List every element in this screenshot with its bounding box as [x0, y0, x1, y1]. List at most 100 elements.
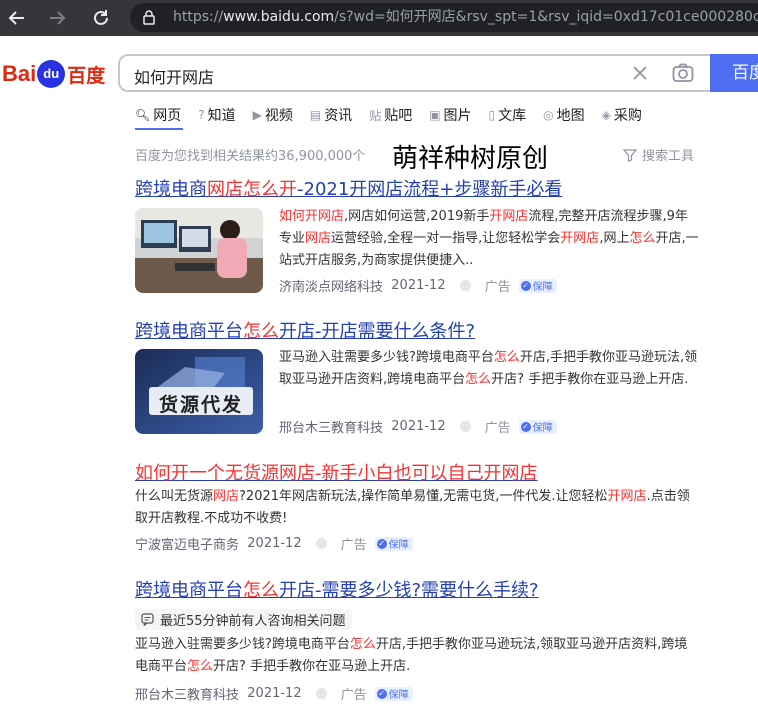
guarantee-badge[interactable]: ✓ 保障	[374, 536, 413, 551]
search-tools-label: 搜索工具	[642, 149, 695, 164]
result-thumbnail-1[interactable]	[135, 208, 263, 293]
watermark-text: 萌祥种树原创	[392, 144, 549, 174]
camera-icon[interactable]	[672, 63, 694, 83]
tab-label: 知道	[207, 108, 236, 124]
consult-tip: 最近55分钟前有人咨询相关问题	[135, 609, 352, 630]
result-count: 百度为您找到相关结果约36,900,000个	[135, 149, 366, 164]
search-input[interactable]: 如何开网店	[118, 54, 710, 92]
result-date: 2021-12	[391, 419, 446, 434]
thumbnail-caption: 货源代发	[158, 394, 243, 416]
info-dot-icon[interactable]	[315, 688, 327, 699]
back-arrow-icon	[8, 11, 24, 25]
tab-tieba[interactable]: 贴贴吧	[369, 104, 412, 126]
info-dot-icon[interactable]	[315, 538, 327, 549]
tip-text: 最近55分钟前有人咨询相关问题	[160, 614, 346, 629]
result-title-4[interactable]: 跨境电商平台怎么开店-需要多少钱?需要什么手续?	[135, 576, 539, 602]
result-abstract-2: 亚马逊入驻需要多少钱?跨境电商平台怎么开店,手把手教你亚马逊玩法,领取亚马逊开店…	[279, 350, 698, 387]
reload-icon	[94, 10, 108, 25]
result-date: 2021-12	[247, 686, 302, 701]
paw-icon: du	[37, 60, 66, 88]
result-source[interactable]: 邢台木三教育科技	[135, 684, 239, 703]
result-title-2[interactable]: 跨境电商平台怎么开店-开店需要什么条件?	[135, 317, 475, 343]
result-meta-4: 邢台木三教育科技 2021-12 广告 ✓ 保障	[135, 684, 413, 703]
forward-arrow-icon	[50, 11, 66, 25]
tab-web[interactable]: 🔍︎ 网页	[135, 104, 181, 126]
result-source[interactable]: 宁波富迈电子商务	[135, 534, 239, 553]
tab-label: 采购	[613, 108, 642, 124]
badge-label: 保障	[532, 282, 553, 293]
result-meta-3: 宁波富迈电子商务 2021-12 广告 ✓ 保障	[135, 534, 413, 553]
result-meta-2: 邢台木三教育科技 2021-12 广告 ✓ 保障	[279, 417, 557, 436]
tab-wenku[interactable]: ▯ 文库	[489, 104, 527, 126]
search-tabs: 🔍︎ 网页 ? 知道 ▶ 视频 ▤ 资讯 贴贴吧 ▣ 图片 ▯ 文库 ◎ 地图 ◈ 采购	[135, 104, 659, 126]
result-date: 2021-12	[391, 278, 446, 293]
ad-label: 广告	[340, 688, 367, 703]
result-source[interactable]: 邢台木三教育科技	[279, 417, 383, 436]
tab-label: 资讯	[324, 108, 353, 124]
result-title-1[interactable]: 跨境电商网店怎么开-2021开网店流程+步骤新手必看	[135, 175, 562, 201]
doc-icon: ▯	[488, 108, 496, 122]
office-photo-image	[135, 208, 263, 293]
tab-label: 图片	[443, 108, 472, 124]
filter-icon	[623, 148, 637, 162]
browser-toolbar: https://www.baidu.com/s?wd=如何开网店&rsv_spt…	[0, 0, 758, 36]
result-abstract-3: 什么叫无货源网店?2021年网店新玩法,操作简单易懂,无需屯货,一件代发.让您轻…	[135, 489, 690, 526]
tab-label: 贴吧	[384, 108, 413, 124]
guarantee-badge[interactable]: ✓ 保障	[518, 419, 557, 434]
clear-icon[interactable]	[630, 63, 650, 83]
tab-purchase[interactable]: ◈ 采购	[602, 104, 642, 126]
tieba-icon: 贴	[369, 108, 382, 123]
tab-map[interactable]: ◎ 地图	[543, 104, 584, 126]
logo-text-bai: Bai	[2, 61, 37, 86]
result-abstract-4: 亚马逊入驻需要多少钱?跨境电商平台怎么开店,手把手教你亚马逊玩法,领取亚马逊开店…	[135, 637, 688, 674]
back-button[interactable]	[0, 0, 34, 36]
image-icon: ▣	[429, 108, 441, 122]
news-icon: ▤	[309, 108, 322, 122]
check-icon: ✓	[376, 688, 387, 699]
active-tab-indicator	[135, 128, 183, 130]
search-query-text: 如何开网店	[134, 68, 215, 87]
result-date: 2021-12	[247, 536, 302, 551]
question-icon: ?	[198, 108, 205, 122]
result-source[interactable]: 济南淡点网络科技	[279, 276, 383, 295]
guarantee-badge[interactable]: ✓ 保障	[374, 686, 413, 701]
result-thumbnail-2[interactable]: 货源代发	[135, 349, 263, 434]
tab-image[interactable]: ▣ 图片	[429, 104, 471, 126]
baidu-logo[interactable]: Bai du 百度	[2, 56, 105, 92]
check-icon: ✓	[376, 538, 387, 549]
tab-news[interactable]: ▤ 资讯	[310, 104, 352, 126]
badge-label: 保障	[388, 690, 409, 701]
tab-video[interactable]: ▶ 视频	[253, 104, 293, 126]
url-text: https://www.baidu.com/s?wd=如何开网店&rsv_spt…	[173, 9, 758, 25]
tab-zhidao[interactable]: ? 知道	[198, 104, 235, 126]
ad-label: 广告	[484, 280, 511, 295]
badge-label: 保障	[388, 540, 409, 551]
logo-text-cn: 百度	[67, 64, 106, 87]
chat-bubble-icon	[141, 613, 154, 626]
guarantee-badge[interactable]: ✓ 保障	[518, 278, 557, 293]
play-icon: ▶	[252, 108, 262, 122]
check-icon: ✓	[520, 421, 531, 432]
info-dot-icon[interactable]	[459, 280, 471, 291]
cart-icon: ◈	[601, 108, 611, 122]
result-abstract-1: 如何开网店,网店如何运营,2019新手开网店流程,完整开店流程步骤,9年专业网店…	[279, 209, 699, 268]
info-dot-icon[interactable]	[459, 421, 471, 432]
map-icon: ◎	[543, 108, 554, 122]
search-button[interactable]: 百度	[710, 54, 758, 92]
tab-label: 地图	[556, 108, 585, 124]
tab-label: 网页	[153, 108, 182, 124]
badge-label: 保障	[532, 423, 553, 434]
search-icon: 🔍︎	[135, 108, 151, 122]
tab-label: 文库	[498, 108, 527, 124]
reload-button[interactable]	[84, 0, 118, 36]
forward-button[interactable]	[40, 0, 74, 36]
tab-label: 视频	[264, 108, 293, 124]
ad-label: 广告	[340, 538, 367, 553]
address-bar[interactable]: https://www.baidu.com/s?wd=如何开网店&rsv_spt…	[130, 3, 758, 32]
search-tools-button[interactable]: 搜索工具	[623, 145, 694, 164]
lock-icon	[143, 10, 155, 25]
result-meta-1: 济南淡点网络科技 2021-12 广告 ✓ 保障	[279, 276, 557, 295]
ad-label: 广告	[484, 421, 511, 436]
result-title-3[interactable]: 如何开一个无货源网店-新手小白也可以自己开网店	[135, 459, 538, 485]
check-icon: ✓	[520, 280, 531, 291]
